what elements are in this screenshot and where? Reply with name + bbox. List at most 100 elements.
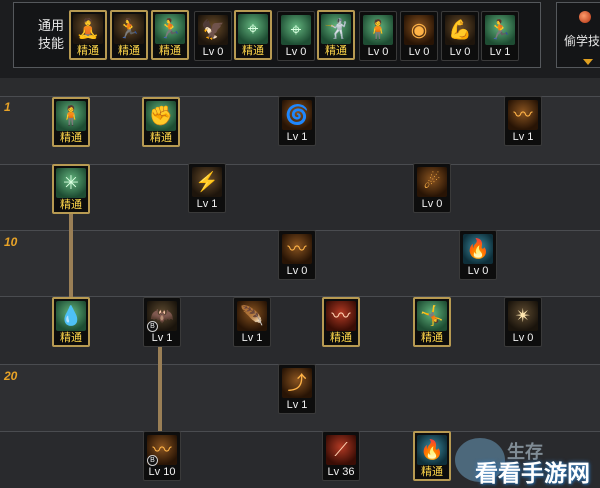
drop-icon: 💧 (56, 301, 86, 331)
tree-skill-10[interactable]: 🦇 B Lv 1 (143, 297, 181, 347)
stance-icon: 🧍 (56, 101, 86, 131)
tree-skill-3[interactable]: 〰 Lv 1 (504, 96, 542, 146)
skill-label: Lv 0 (202, 46, 224, 58)
skill-label: Lv 10 (148, 466, 176, 478)
tree-skill-5[interactable]: ⚡ Lv 1 (188, 163, 226, 213)
steal-orb-icon (579, 11, 591, 23)
rank-badge-icon: B (147, 321, 158, 332)
common-skill-panel: 通用 技能 🧘 精通 🏃 精通 🏃 精通 🦅 Lv 0 ⌖ 精通 ⌖ Lv 0 🤺 精通 🧍 L… (13, 2, 541, 68)
tree-skill-9[interactable]: 💧 精通 (52, 297, 90, 347)
watermark-text: 看看手游网 (475, 460, 590, 486)
tree-skill-4[interactable]: ✳ 精通 (52, 164, 90, 214)
skill-label: Lv 0 (408, 46, 430, 58)
wind-slash-icon: 〰 (508, 100, 538, 130)
skill-label: Lv 1 (489, 46, 511, 58)
crouch-icon: 🏃 (114, 14, 144, 44)
common-skill-0[interactable]: 🧘 精通 (69, 10, 107, 60)
slash-icon: ⟋ (326, 435, 356, 465)
level-marker-1: 1 (4, 100, 11, 114)
prerequisite-line (158, 345, 162, 437)
spear-icon: ⤴ (282, 368, 312, 398)
common-skill-label: 通用 技能 (37, 18, 64, 51)
skill-label: 精通 (60, 332, 82, 344)
tree-skill-11[interactable]: 🪶 Lv 1 (233, 297, 271, 347)
spiral-icon: ◉ (404, 15, 434, 45)
tree-skill-14[interactable]: ✴ Lv 0 (504, 297, 542, 347)
skill-label: 精通 (159, 45, 181, 57)
tree-skill-2[interactable]: 🌀 Lv 1 (278, 96, 316, 146)
skill-label: 精通 (242, 45, 264, 57)
common-skill-9[interactable]: 💪 Lv 0 (441, 11, 479, 61)
burst-icon: ✳ (56, 168, 86, 198)
skill-label: Lv 1 (286, 399, 308, 411)
common-skill-4[interactable]: ⌖ 精通 (234, 10, 272, 60)
muscle-icon: 💪 (445, 15, 475, 45)
prerequisite-line (69, 212, 73, 298)
tree-skill-0[interactable]: 🧍 精通 (52, 97, 90, 147)
common-skill-8[interactable]: ◉ Lv 0 (400, 11, 438, 61)
fighter-icon: 🤺 (321, 14, 351, 44)
dash-icon: 🏃 (155, 14, 185, 44)
tree-skill-7[interactable]: 〰 Lv 0 (278, 230, 316, 280)
tree-skill-15[interactable]: ⤴ Lv 1 (278, 364, 316, 414)
tree-skill-12[interactable]: 〰精通 (322, 297, 360, 347)
blue-flame-icon: 🔥 (463, 234, 493, 264)
target-icon: ⌖ (281, 15, 311, 45)
wing-icon: 🪶 (237, 301, 267, 331)
row-divider (0, 164, 600, 165)
skill-label: Lv 1 (286, 131, 308, 143)
skill-label: Lv 1 (151, 332, 173, 344)
common-skill-10[interactable]: 🏃 Lv 1 (481, 11, 519, 61)
orb-icon: ☄ (417, 167, 447, 197)
skill-label: 精通 (118, 45, 140, 57)
skill-label: 精通 (421, 466, 443, 478)
tree-skill-13[interactable]: 🤸 精通 (413, 297, 451, 347)
tree-skill-6[interactable]: ☄ Lv 0 (413, 163, 451, 213)
skill-label: Lv 0 (512, 332, 534, 344)
meditate-icon: 🧘 (73, 14, 103, 44)
wings-icon: 🦅 (198, 15, 228, 45)
common-skill-5[interactable]: ⌖ Lv 0 (277, 11, 315, 61)
skill-label: Lv 1 (512, 131, 534, 143)
tree-skill-16[interactable]: 〰 B Lv 10 (143, 431, 181, 481)
tree-row (0, 164, 600, 230)
shatter-icon: ✴ (508, 301, 538, 331)
tree-skill-8[interactable]: 🔥 Lv 0 (459, 230, 497, 280)
common-skill-2[interactable]: 🏃 精通 (151, 10, 189, 60)
skill-label: Lv 1 (196, 198, 218, 210)
skill-label: Lv 0 (367, 46, 389, 58)
steal-skill-label: 偷学技 (564, 34, 600, 48)
skill-label: Lv 0 (449, 46, 471, 58)
runner-icon: 🏃 (485, 15, 515, 45)
figure-icon: 🧍 (363, 15, 393, 45)
tree-skill-17[interactable]: ⟋ Lv 36 (322, 431, 360, 481)
skill-label: Lv 36 (327, 466, 355, 478)
skill-label: Lv 0 (285, 46, 307, 58)
tree-skill-18[interactable]: 🔥 精通 (413, 431, 451, 481)
skill-label: Lv 0 (467, 265, 489, 277)
common-skill-3[interactable]: 🦅 Lv 0 (194, 11, 232, 61)
skill-label: Lv 0 (421, 198, 443, 210)
skill-label: 精通 (330, 332, 352, 344)
aura-icon: 🔥 (417, 435, 447, 465)
skill-label: 精通 (60, 199, 82, 211)
steal-skill-panel[interactable]: 偷学技 (556, 2, 600, 68)
common-skill-6[interactable]: 🤺 精通 (317, 10, 355, 60)
level-marker-10: 10 (4, 235, 18, 249)
claw-icon: ⚡ (192, 167, 222, 197)
tree-skill-1[interactable]: ✊ 精通 (142, 97, 180, 147)
common-skill-1[interactable]: 🏃 精通 (110, 10, 148, 60)
skill-label: 精通 (325, 45, 347, 57)
dropdown-arrow-icon[interactable] (583, 59, 593, 65)
common-skill-bar: 通用 技能 🧘 精通 🏃 精通 🏃 精通 🦅 Lv 0 ⌖ 精通 ⌖ Lv 0 🤺 精通 🧍 L… (0, 0, 600, 78)
watermark: 生存 看看手游网 (455, 436, 600, 488)
whirl-icon: 🌀 (282, 100, 312, 130)
level-marker-20: 20 (4, 369, 18, 383)
common-skill-7[interactable]: 🧍 Lv 0 (359, 11, 397, 61)
skill-label: 精通 (77, 45, 99, 57)
explosion-fist-icon: ✊ (146, 101, 176, 131)
row-divider (0, 431, 600, 432)
sandstorm-icon: 〰 (282, 234, 312, 264)
leap-icon: 🤸 (417, 301, 447, 331)
skill-label: Lv 1 (241, 332, 263, 344)
